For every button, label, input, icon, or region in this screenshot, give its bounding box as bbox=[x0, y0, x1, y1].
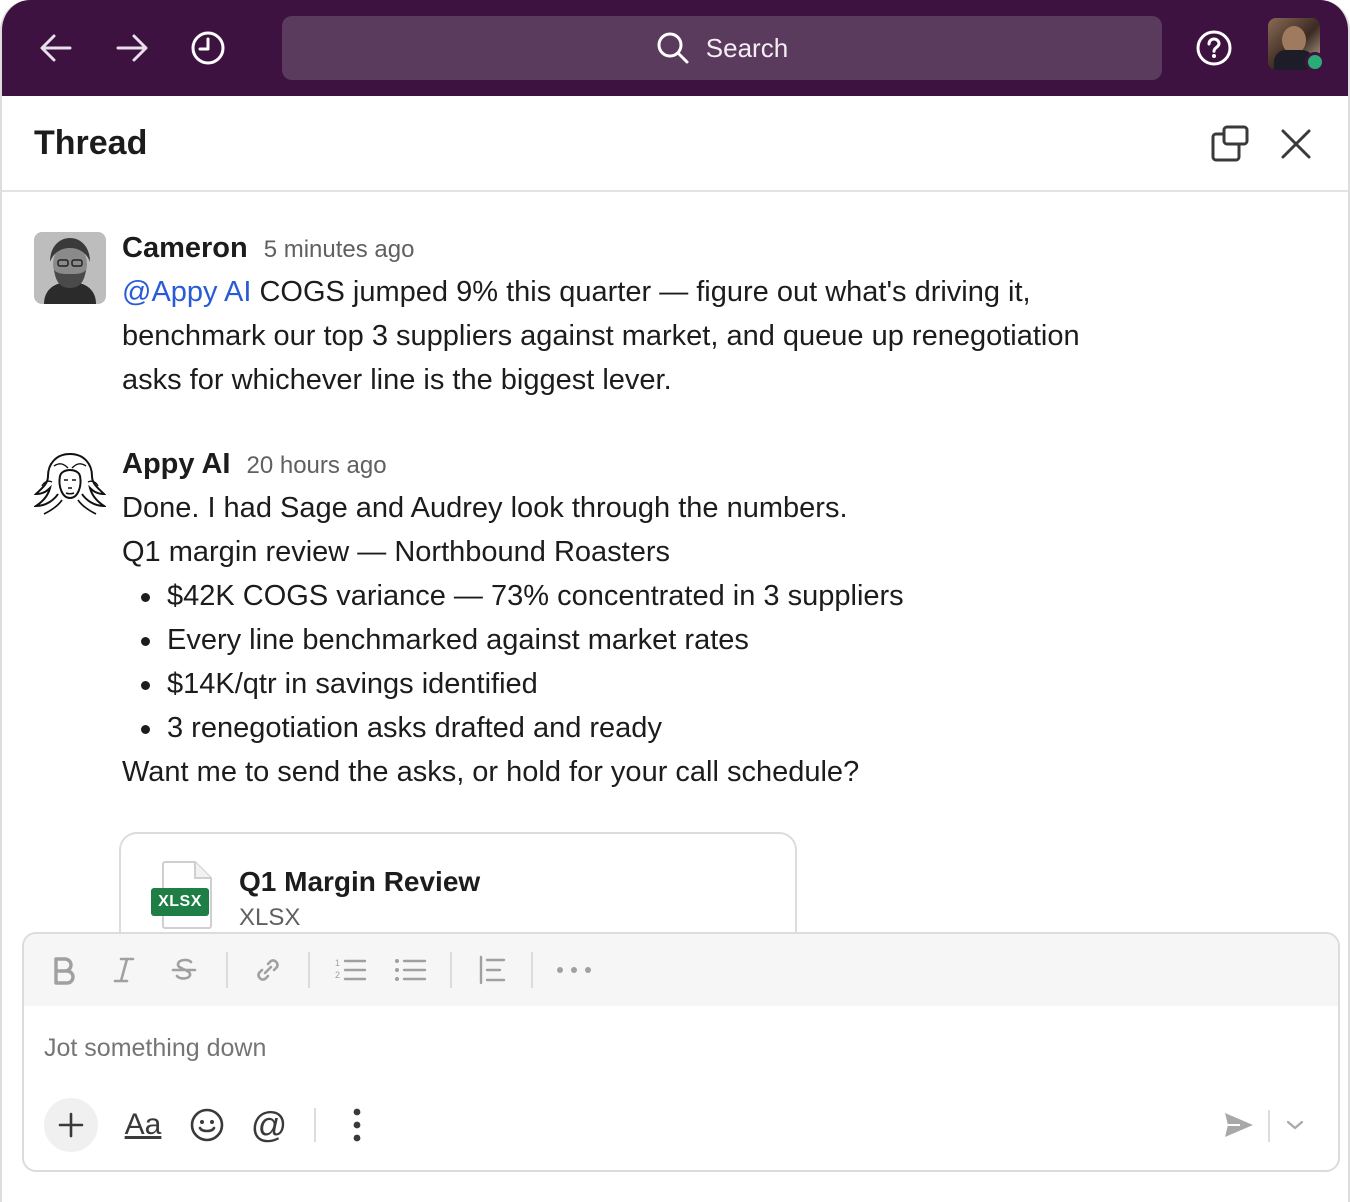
blockquote-button[interactable] bbox=[470, 950, 514, 990]
svg-text:2: 2 bbox=[335, 970, 340, 980]
send-button[interactable] bbox=[1212, 1098, 1266, 1152]
message-line: Q1 margin review — Northbound Roasters bbox=[122, 536, 671, 568]
attachment-type: XLSX bbox=[239, 904, 301, 931]
message-line: Want me to send the asks, or hold for yo… bbox=[122, 756, 860, 788]
top-bar: Search bbox=[2, 0, 1348, 96]
presence-indicator bbox=[1305, 52, 1325, 72]
back-button[interactable] bbox=[32, 24, 80, 72]
app-window: Search Thread Cameron 5 minutes ago @App… bbox=[0, 0, 1350, 1202]
link-button[interactable] bbox=[246, 950, 290, 990]
toolbar-divider bbox=[226, 952, 228, 988]
thread-title: Thread bbox=[34, 124, 148, 162]
link-icon bbox=[257, 959, 279, 981]
bold-icon bbox=[54, 957, 75, 985]
plus-icon bbox=[58, 1112, 84, 1138]
emoji-button[interactable] bbox=[180, 1098, 234, 1152]
message-line: Done. I had Sage and Audrey look through… bbox=[122, 492, 848, 524]
forward-arrow-icon bbox=[116, 34, 148, 62]
message-text: @Appy AI COGS jumped 9% this quarter — f… bbox=[122, 270, 1122, 402]
bold-button[interactable] bbox=[42, 950, 86, 990]
svg-text:1: 1 bbox=[335, 958, 340, 968]
list-item: $14K/qtr in savings identified bbox=[122, 662, 1122, 706]
cameron-avatar-image bbox=[34, 232, 106, 304]
popout-window-icon bbox=[1211, 125, 1249, 162]
back-arrow-icon bbox=[40, 34, 72, 62]
mention-link[interactable]: @Appy AI bbox=[122, 276, 251, 308]
toolbar-divider bbox=[308, 952, 310, 988]
history-button[interactable] bbox=[184, 24, 232, 72]
message-text: Done. I had Sage and Audrey look through… bbox=[122, 486, 1122, 794]
ordered-list-icon: 12 bbox=[335, 958, 367, 981]
emoji-icon bbox=[190, 1108, 224, 1142]
file-badge: XLSX bbox=[158, 893, 202, 910]
search-placeholder: Search bbox=[705, 32, 789, 63]
more-actions-button[interactable] bbox=[330, 1098, 384, 1152]
close-icon bbox=[1281, 129, 1311, 159]
search-bar[interactable]: Search bbox=[282, 16, 1162, 80]
message-content: COGS jumped 9% this quarter — figure out… bbox=[122, 276, 1080, 396]
more-icon bbox=[557, 967, 591, 973]
ordered-list-button[interactable]: 12 bbox=[328, 950, 372, 990]
list-item: Every line benchmarked against market ra… bbox=[122, 618, 1122, 662]
forward-button[interactable] bbox=[108, 24, 156, 72]
avatar[interactable] bbox=[34, 232, 106, 304]
message-author[interactable]: Cameron bbox=[122, 232, 248, 265]
italic-icon bbox=[113, 957, 135, 983]
bullet-list: $42K COGS variance — 73% concentrated in… bbox=[122, 574, 1122, 750]
thread-header: Thread bbox=[2, 96, 1348, 192]
message-header: Cameron 5 minutes ago bbox=[122, 232, 1122, 264]
help-icon bbox=[1196, 30, 1232, 66]
formatting-toolbar: 12 bbox=[24, 934, 1338, 1006]
italic-button[interactable] bbox=[102, 950, 146, 990]
avatar[interactable] bbox=[34, 448, 106, 520]
close-thread-button[interactable] bbox=[1276, 124, 1316, 164]
message-input[interactable] bbox=[44, 1030, 1304, 1066]
toolbar-divider bbox=[531, 952, 533, 988]
composer-divider bbox=[314, 1108, 316, 1142]
strikethrough-button[interactable] bbox=[162, 950, 206, 990]
blockquote-icon bbox=[479, 955, 506, 985]
attachment-title[interactable]: Q1 Margin Review bbox=[239, 866, 480, 898]
search-icon bbox=[657, 32, 689, 64]
message-timestamp[interactable]: 20 hours ago bbox=[246, 452, 386, 480]
history-clock-icon bbox=[191, 31, 225, 65]
chevron-down-icon bbox=[1286, 1120, 1304, 1130]
attach-button[interactable] bbox=[44, 1098, 98, 1152]
message-author[interactable]: Appy AI bbox=[122, 448, 230, 481]
toolbar-divider bbox=[450, 952, 452, 988]
vertical-more-icon bbox=[353, 1108, 361, 1142]
help-button[interactable] bbox=[1192, 26, 1236, 70]
message-composer: 12 Aa @ bbox=[22, 932, 1340, 1172]
appy-ai-avatar-image bbox=[34, 448, 106, 520]
more-formatting-button[interactable] bbox=[552, 950, 596, 990]
message-header: Appy AI 20 hours ago bbox=[122, 448, 1122, 480]
send-options-button[interactable] bbox=[1268, 1098, 1322, 1152]
send-icon bbox=[1225, 1113, 1253, 1137]
bulleted-list-button[interactable] bbox=[388, 950, 432, 990]
bulleted-list-icon bbox=[395, 959, 427, 981]
message-body: Cameron 5 minutes ago @Appy AI COGS jump… bbox=[122, 232, 1122, 402]
list-item: 3 renegotiation asks drafted and ready bbox=[122, 706, 1122, 750]
text-formatting-button[interactable]: Aa bbox=[116, 1098, 170, 1152]
xlsx-file-icon: XLSX bbox=[151, 860, 217, 930]
list-item: $42K COGS variance — 73% concentrated in… bbox=[122, 574, 1122, 618]
mention-button[interactable]: @ bbox=[242, 1098, 296, 1152]
strikethrough-icon bbox=[171, 958, 197, 980]
popout-button[interactable] bbox=[1210, 124, 1250, 164]
message-timestamp[interactable]: 5 minutes ago bbox=[264, 236, 415, 264]
message-body: Appy AI 20 hours ago Done. I had Sage an… bbox=[122, 448, 1122, 794]
